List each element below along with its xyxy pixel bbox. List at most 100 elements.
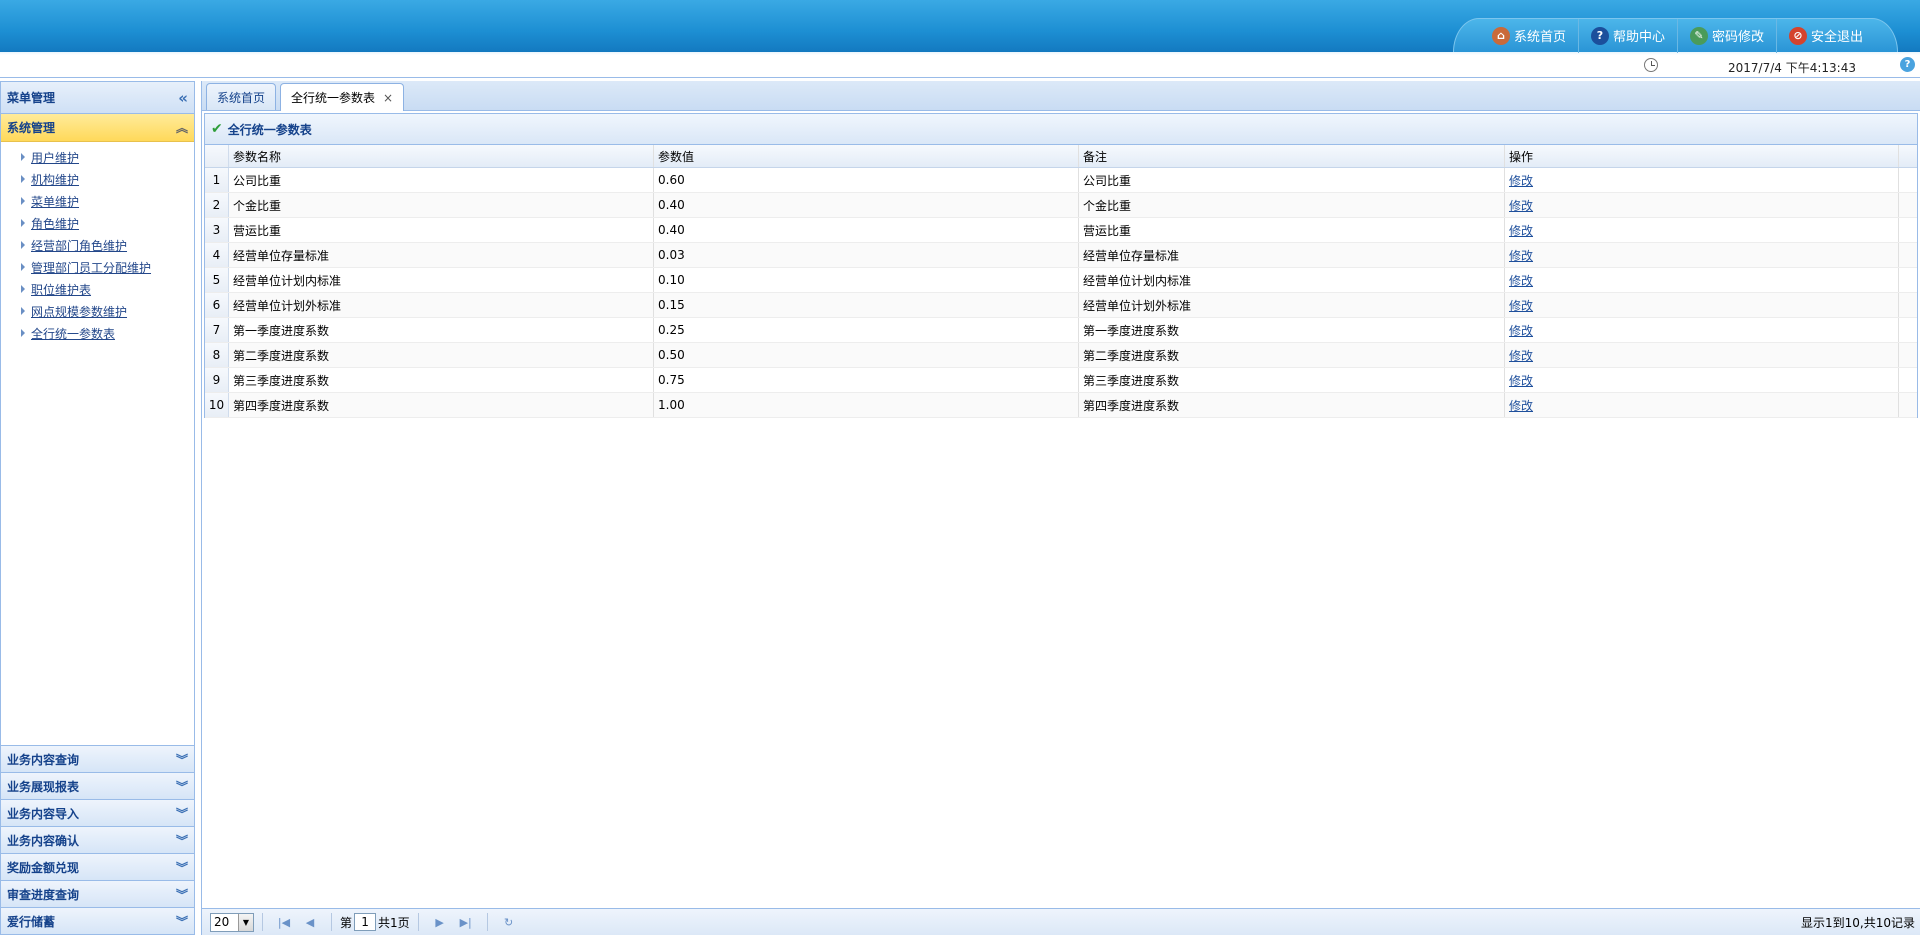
cell-note: 第二季度进度系数 [1079, 343, 1505, 367]
cell-note: 经营单位存量标准 [1079, 243, 1505, 267]
sidebar-item-label: 用户维护 [31, 150, 80, 165]
edit-link[interactable]: 修改 [1509, 372, 1533, 389]
dropdown-arrow-icon: ▼ [238, 913, 253, 931]
pager-divider [417, 913, 419, 931]
key-icon: ✎ [1689, 26, 1708, 45]
first-page-icon[interactable]: |◀ [275, 913, 293, 931]
top-navigation: ⌂ 系统首页 ? 帮助中心 ✎ 密码修改 ⊘ 安全退出 [1452, 18, 1898, 53]
sidebar-item-branch-scale[interactable]: 网点规模参数维护 [21, 300, 194, 322]
sidebar-group-label: 业务内容导入 [7, 806, 80, 821]
sidebar-item-label: 经营部门角色维护 [31, 238, 128, 253]
collapse-sidebar-icon[interactable]: « [178, 89, 188, 107]
edit-link[interactable]: 修改 [1509, 297, 1533, 314]
nav-home-button[interactable]: ⌂ 系统首页 [1480, 18, 1579, 53]
sidebar-group-savings[interactable]: 爱行储蓄 ︾ [1, 907, 194, 934]
info-help-icon[interactable]: ? [1900, 57, 1915, 72]
edit-link[interactable]: 修改 [1509, 397, 1533, 414]
edit-link[interactable]: 修改 [1509, 222, 1533, 239]
param-table: 参数名称 参数值 备注 操作 1 公司比重 0.60 公司比重 修改 2 个金比重 0.40 个… [204, 145, 1918, 418]
cell-param-value: 0.25 [654, 318, 1079, 342]
caret-right-icon [21, 307, 25, 315]
sidebar-item-dept-role[interactable]: 经营部门角色维护 [21, 234, 194, 256]
page-number-input[interactable] [354, 913, 377, 931]
cell-param-name: 营运比重 [229, 218, 654, 242]
cell-action: 修改 [1505, 293, 1899, 317]
sidebar-item-global-params[interactable]: 全行统一参数表 [21, 322, 194, 344]
row-number: 5 [205, 268, 229, 292]
sidebar-item-user[interactable]: 用户维护 [21, 146, 194, 168]
sidebar-item-staff-assign[interactable]: 管理部门员工分配维护 [21, 256, 194, 278]
nav-logout-label: 安全退出 [1810, 30, 1863, 45]
sidebar-group-label: 业务展现报表 [7, 779, 80, 794]
sidebar-group-label: 审查进度查询 [7, 887, 80, 902]
sidebar-group-system[interactable]: 系统管理 ︽ [1, 114, 194, 142]
panel-title-bar: ✔ 全行统一参数表 [204, 113, 1918, 145]
chevron-down-icon: ︾ [175, 887, 188, 902]
close-tab-icon[interactable]: × [383, 91, 393, 105]
edit-link[interactable]: 修改 [1509, 172, 1533, 189]
table-row: 9 第三季度进度系数 0.75 第三季度进度系数 修改 [205, 368, 1917, 393]
nav-logout-button[interactable]: ⊘ 安全退出 [1777, 19, 1875, 53]
page-size-select[interactable]: 20 ▼ [210, 912, 254, 932]
sidebar-item-position[interactable]: 职位维护表 [21, 278, 194, 300]
tab-home[interactable]: 系统首页 [206, 83, 277, 110]
row-number: 6 [205, 293, 229, 317]
edit-link[interactable]: 修改 [1509, 347, 1533, 364]
sidebar-item-menu[interactable]: 菜单维护 [21, 190, 194, 212]
sidebar-title: 菜单管理 [7, 91, 56, 105]
sidebar-item-org[interactable]: 机构维护 [21, 168, 194, 190]
page-total: 共1页 [378, 915, 410, 930]
table-row: 7 第一季度进度系数 0.25 第一季度进度系数 修改 [205, 318, 1917, 343]
cell-param-name: 经营单位计划内标准 [229, 268, 654, 292]
sidebar-item-role[interactable]: 角色维护 [21, 212, 194, 234]
nav-help-button[interactable]: ? 帮助中心 [1579, 18, 1678, 53]
edit-link[interactable]: 修改 [1509, 272, 1533, 289]
sidebar-group-confirm[interactable]: 业务内容确认 ︾ [1, 826, 194, 853]
sidebar-group-report[interactable]: 业务展现报表 ︾ [1, 772, 194, 799]
caret-right-icon [21, 329, 25, 337]
sidebar-item-label: 角色维护 [31, 216, 80, 231]
nav-password-button[interactable]: ✎ 密码修改 [1678, 18, 1777, 53]
caret-right-icon [21, 197, 25, 205]
help-icon: ? [1590, 26, 1609, 45]
cell-param-value: 0.03 [654, 243, 1079, 267]
cell-note: 第一季度进度系数 [1079, 318, 1505, 342]
info-bar [0, 55, 1920, 78]
cell-param-value: 0.60 [654, 168, 1079, 192]
cell-action: 修改 [1505, 318, 1899, 342]
caret-right-icon [21, 175, 25, 183]
cell-param-value: 0.75 [654, 368, 1079, 392]
sidebar-group-reward[interactable]: 奖励金额兑现 ︾ [1, 853, 194, 880]
nav-password-label: 密码修改 [1711, 30, 1764, 45]
last-page-icon[interactable]: ▶| [457, 913, 475, 931]
cell-action: 修改 [1505, 193, 1899, 217]
nav-help-label: 帮助中心 [1612, 30, 1665, 45]
refresh-icon[interactable]: ↻ [500, 913, 518, 931]
header-param-name: 参数名称 [229, 145, 654, 167]
caret-right-icon [21, 219, 25, 227]
tab-home-label: 系统首页 [217, 90, 266, 105]
row-number: 7 [205, 318, 229, 342]
next-page-icon[interactable]: ▶ [431, 913, 449, 931]
edit-link[interactable]: 修改 [1509, 197, 1533, 214]
sidebar-header: 菜单管理 « [1, 82, 194, 114]
cell-action: 修改 [1505, 343, 1899, 367]
cell-action: 修改 [1505, 268, 1899, 292]
sidebar-item-label: 机构维护 [31, 172, 80, 187]
cell-param-name: 第二季度进度系数 [229, 343, 654, 367]
tab-global-params[interactable]: 全行统一参数表 × [280, 83, 405, 111]
table-row: 5 经营单位计划内标准 0.10 经营单位计划内标准 修改 [205, 268, 1917, 293]
sidebar-group-label: 业务内容查询 [7, 752, 80, 767]
prev-page-icon[interactable]: ◀ [301, 913, 319, 931]
row-number: 1 [205, 168, 229, 192]
edit-link[interactable]: 修改 [1509, 322, 1533, 339]
sidebar-group-review[interactable]: 审查进度查询 ︾ [1, 880, 194, 907]
edit-link[interactable]: 修改 [1509, 247, 1533, 264]
chevron-down-icon: ︾ [175, 860, 188, 875]
sidebar-group-import[interactable]: 业务内容导入 ︾ [1, 799, 194, 826]
sidebar-item-label: 网点规模参数维护 [31, 304, 128, 319]
sidebar-group-label: 业务内容确认 [7, 833, 80, 848]
chevron-down-icon: ︾ [175, 752, 188, 767]
logout-icon: ⊘ [1788, 26, 1807, 45]
sidebar-group-query[interactable]: 业务内容查询 ︾ [1, 745, 194, 772]
